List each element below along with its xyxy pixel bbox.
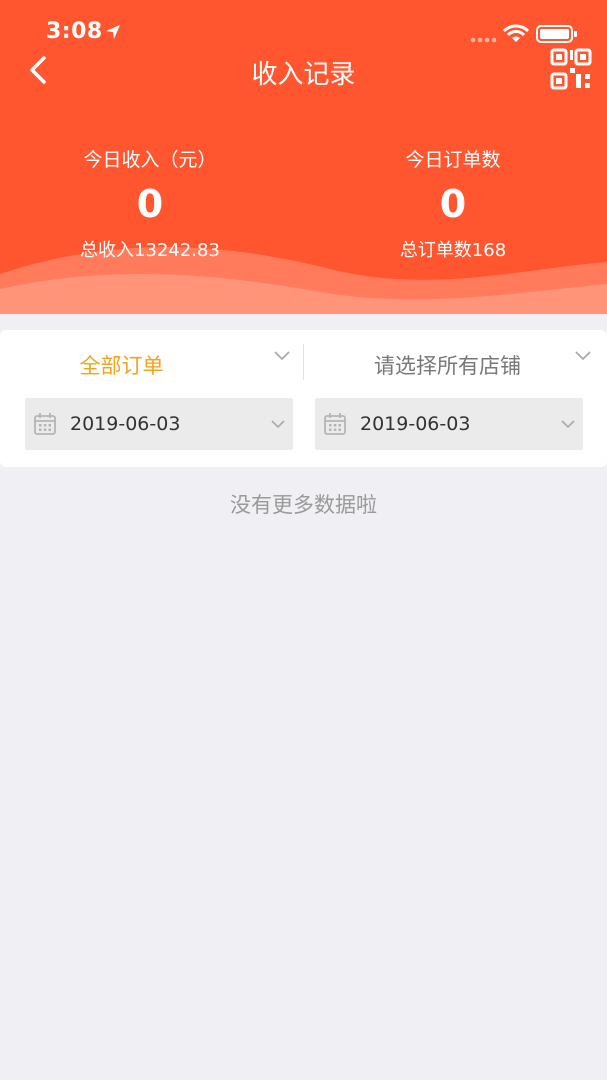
total-orders: 总订单数168 [399,240,507,261]
start-date-value: 2019-06-03 [70,413,181,435]
chevron-down-icon [274,351,290,361]
today-income-label: 今日收入（元） [83,149,217,171]
today-orders-value: 0 [439,182,467,226]
status-time: 3:08 [46,19,103,44]
chevron-down-icon [271,420,285,429]
today-orders-label: 今日订单数 [405,149,501,171]
order-type-dropdown[interactable]: 全部订单 [0,330,303,382]
order-type-label: 全部订单 [79,354,164,378]
today-orders-stat: 今日订单数 0 总订单数168 [303,145,603,262]
filter-row: 全部订单 请选择所有店铺 [0,330,607,382]
calendar-icon [324,413,346,435]
location-arrow-icon [106,25,120,39]
start-date-picker[interactable]: 2019-06-03 [25,398,293,450]
status-bar: 3:08 [0,0,607,60]
chevron-down-icon [575,351,591,361]
cellular-signal-icon [470,37,497,43]
today-income-stat: 今日收入（元） 0 总收入13242.83 [0,145,300,262]
end-date-value: 2019-06-03 [360,413,471,435]
filter-card: 全部订单 请选择所有店铺 2019-06-03 2019-06-03 [0,330,607,467]
end-date-picker[interactable]: 2019-06-03 [315,398,583,450]
calendar-icon [34,413,56,435]
chevron-down-icon [561,420,575,429]
store-dropdown[interactable]: 请选择所有店铺 [304,330,607,382]
wifi-icon [503,24,529,42]
header: 3:08 收入记录 今日收入（元） 0 总收入13242.83 今日订单数 0 … [0,0,607,314]
battery-icon [536,25,577,43]
qr-code-icon[interactable] [550,48,592,90]
store-label: 请选择所有店铺 [374,354,521,378]
total-income: 总收入13242.83 [80,240,220,261]
empty-state-message: 没有更多数据啦 [230,493,377,517]
today-income-value: 0 [136,182,164,226]
page-title: 收入记录 [251,60,356,90]
